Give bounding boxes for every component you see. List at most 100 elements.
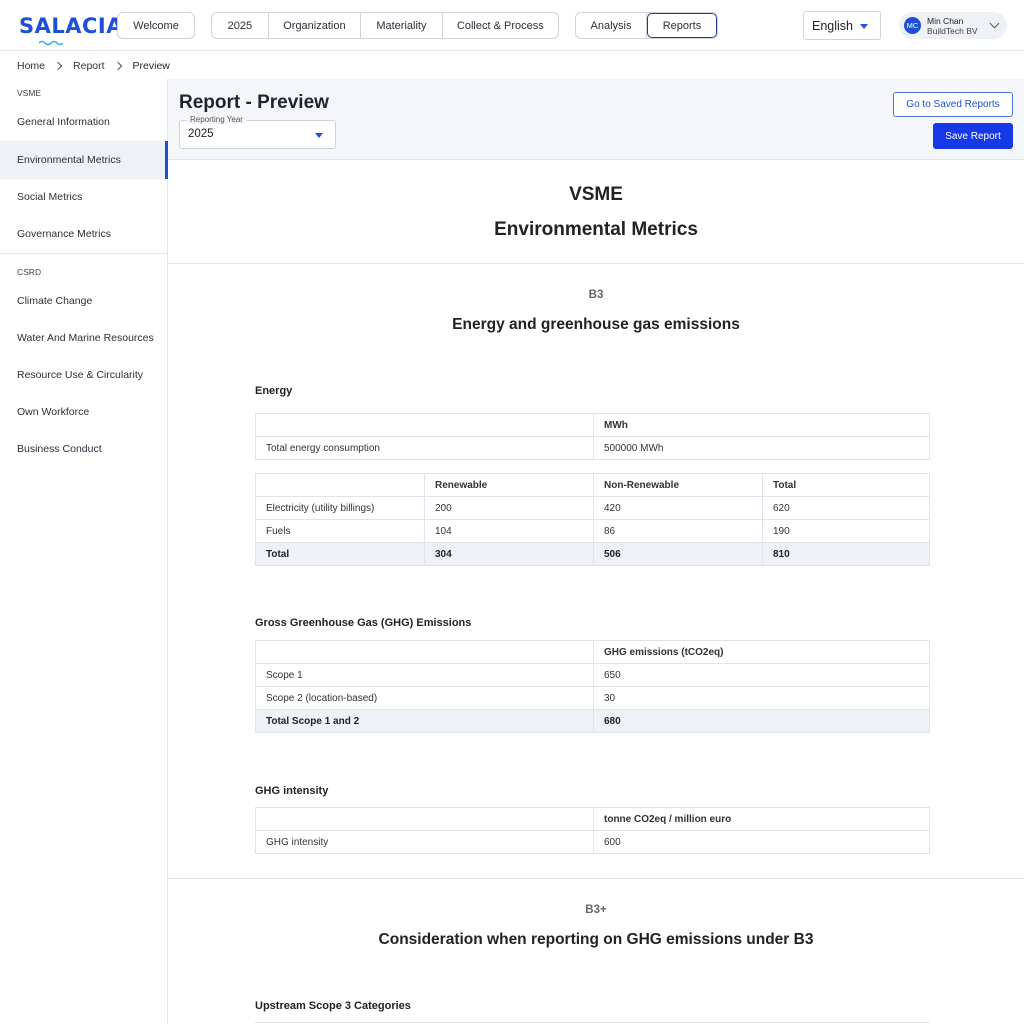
ghg-heading: Gross Greenhouse Gas (GHG) Emissions — [255, 617, 472, 629]
language-select[interactable]: English — [803, 11, 881, 40]
divider — [168, 878, 1024, 879]
table-cell: 30 — [593, 686, 930, 710]
user-menu[interactable]: MC Min Chan BuildTech BV — [899, 12, 1007, 39]
table-cell — [255, 807, 594, 831]
chevron-right-icon — [113, 61, 122, 71]
setup-nav-group: 2025 Organization Materiality Collect & … — [211, 12, 559, 39]
table-top-border — [255, 1022, 930, 1023]
table-cell: 620 — [762, 496, 930, 520]
reporting-year-select[interactable]: Reporting Year 2025 — [179, 115, 336, 149]
welcome-nav: Welcome — [117, 12, 195, 39]
table-cell: 600 — [593, 830, 930, 854]
caret-down-icon — [860, 24, 868, 29]
sidebar-item-water-marine[interactable]: Water And Marine Resources — [0, 320, 167, 356]
table-header-cell: Total — [762, 473, 930, 497]
table-cell: 200 — [424, 496, 594, 520]
nav-materiality[interactable]: Materiality — [361, 13, 443, 38]
table-total-row: Total 304 506 810 — [255, 542, 930, 566]
table-row: Scope 1 650 — [255, 663, 930, 687]
table-cell: 420 — [593, 496, 763, 520]
sidebar-item-general-information[interactable]: General Information — [0, 104, 167, 140]
reporting-year-value: 2025 — [188, 128, 214, 140]
energy-heading: Energy — [255, 385, 293, 397]
table-total-row: Total Scope 1 and 2 680 — [255, 709, 930, 733]
nav-welcome[interactable]: Welcome — [118, 13, 194, 38]
section-code: B3+ — [585, 904, 607, 916]
table-cell: 190 — [762, 519, 930, 543]
table-cell: 506 — [593, 542, 763, 566]
energy-total-table: MWh Total energy consumption 500000 MWh — [255, 413, 930, 460]
go-to-saved-reports-button[interactable]: Go to Saved Reports — [893, 92, 1013, 117]
ghg-intensity-table: tonne CO2eq / million euro GHG intensity… — [255, 807, 930, 854]
sidebar-item-climate-change[interactable]: Climate Change — [0, 283, 167, 319]
nav-collect-process[interactable]: Collect & Process — [443, 13, 558, 38]
table-cell: Scope 2 (location-based) — [255, 686, 594, 710]
table-cell: 500000 MWh — [593, 436, 930, 460]
table-header-row: GHG emissions (tCO2eq) — [255, 640, 930, 664]
table-header-row: Renewable Non-Renewable Total — [255, 473, 930, 497]
table-cell: Total — [255, 542, 425, 566]
table-cell: 104 — [424, 519, 594, 543]
output-nav-group: Analysis Reports — [575, 12, 718, 39]
nav-analysis[interactable]: Analysis — [576, 13, 647, 38]
table-cell: Fuels — [255, 519, 425, 543]
chevron-down-icon — [989, 18, 1000, 29]
table-cell: Total Scope 1 and 2 — [255, 709, 594, 733]
chevron-right-icon — [53, 61, 63, 71]
report-category: Environmental Metrics — [494, 219, 698, 240]
table-header-cell: Renewable — [424, 473, 594, 497]
reporting-year-label: Reporting Year — [187, 115, 246, 124]
language-value: English — [812, 18, 853, 33]
table-row: Fuels 104 86 190 — [255, 519, 930, 543]
nav-year[interactable]: 2025 — [212, 13, 269, 38]
table-cell: 86 — [593, 519, 763, 543]
breadcrumb-report[interactable]: Report — [73, 60, 105, 72]
table-cell: Total energy consumption — [255, 436, 594, 460]
sidebar-group-vsme: VSME — [17, 88, 42, 98]
ghg-intensity-heading: GHG intensity — [255, 785, 329, 797]
table-cell: Scope 1 — [255, 663, 594, 687]
save-report-button[interactable]: Save Report — [933, 123, 1013, 149]
top-bar: SALACIA Welcome 2025 Organization Materi… — [0, 0, 1024, 51]
table-header-cell: Non-Renewable — [593, 473, 763, 497]
table-cell: GHG intensity — [255, 830, 594, 854]
page-header: Report - Preview Reporting Year 2025 Go … — [168, 79, 1024, 160]
table-row: GHG intensity 600 — [255, 830, 930, 854]
table-row: MWh — [255, 413, 930, 437]
caret-down-icon — [315, 133, 323, 138]
upstream-scope3-heading: Upstream Scope 3 Categories — [255, 1000, 411, 1012]
breadcrumb: Home Report Preview — [17, 59, 170, 73]
section-title: Consideration when reporting on GHG emis… — [378, 931, 814, 948]
table-cell — [255, 640, 594, 664]
breadcrumb-preview: Preview — [132, 60, 170, 72]
user-org: BuildTech BV — [927, 25, 978, 36]
table-row: Scope 2 (location-based) 30 — [255, 686, 930, 710]
energy-breakdown-table: Renewable Non-Renewable Total Electricit… — [255, 473, 930, 566]
table-cell — [255, 413, 594, 437]
table-header-row: tonne CO2eq / million euro — [255, 807, 930, 831]
breadcrumb-home[interactable]: Home — [17, 60, 45, 72]
section-code: B3 — [588, 289, 604, 301]
table-row: Electricity (utility billings) 200 420 6… — [255, 496, 930, 520]
salacia-logo[interactable]: SALACIA — [19, 12, 123, 46]
sidebar-group-csrd: CSRD — [17, 267, 42, 277]
ghg-table: GHG emissions (tCO2eq) Scope 1 650 Scope… — [255, 640, 930, 733]
nav-organization[interactable]: Organization — [269, 13, 362, 38]
section-title: Energy and greenhouse gas emissions — [452, 316, 740, 333]
sidebar-item-governance-metrics[interactable]: Governance Metrics — [0, 216, 167, 252]
page-title: Report - Preview — [179, 92, 329, 113]
report-preview: VSME Environmental Metrics B3 Energy and… — [168, 160, 1024, 1024]
ghg-unit-header: GHG emissions (tCO2eq) — [593, 640, 930, 664]
divider — [168, 263, 1024, 264]
sidebar-item-business-conduct[interactable]: Business Conduct — [0, 431, 167, 467]
sidebar-item-environmental-metrics[interactable]: Environmental Metrics — [0, 141, 168, 179]
sidebar-divider — [0, 253, 167, 254]
nav-reports[interactable]: Reports — [646, 13, 717, 38]
sidebar-item-own-workforce[interactable]: Own Workforce — [0, 394, 167, 430]
sidebar-item-social-metrics[interactable]: Social Metrics — [0, 179, 167, 215]
logo-text: SALACIA — [19, 14, 123, 38]
table-cell: 650 — [593, 663, 930, 687]
table-row: Total energy consumption 500000 MWh — [255, 436, 930, 460]
user-name: Min Chan — [927, 15, 964, 26]
sidebar-item-resource-use[interactable]: Resource Use & Circularity — [0, 357, 167, 393]
